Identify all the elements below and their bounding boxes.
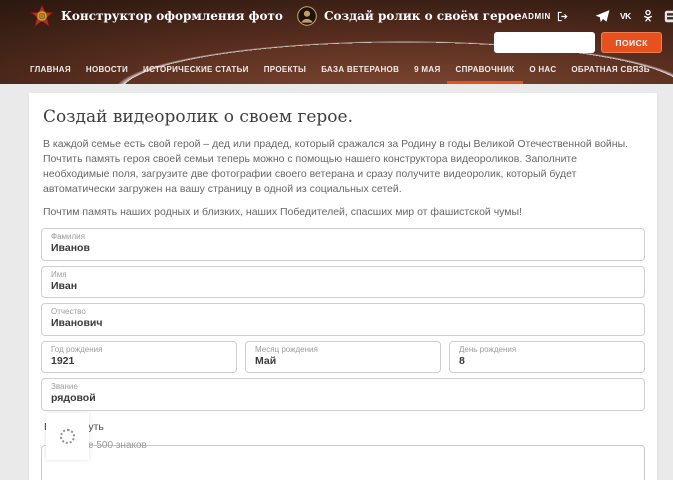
nav-item-novosti[interactable]: НОВОСТИ (86, 55, 128, 84)
logout-icon (556, 10, 569, 23)
birth-month-field-label: Месяц рождения (255, 345, 431, 355)
birth-year-field-label: Год рождения (51, 345, 227, 355)
red-star-medal-icon (30, 4, 54, 28)
brand-constructor[interactable]: Конструктор оформления фото (30, 4, 283, 28)
header-search-row: ПОИСК (0, 30, 673, 55)
site-header: Конструктор оформления фото Создай ролик… (0, 0, 673, 84)
firstname-field[interactable]: Имя Иван (41, 266, 645, 299)
brand-create-video-label: Создай ролик о своём герое (324, 9, 522, 23)
telegram-icon[interactable] (595, 9, 610, 24)
firstname-field-label: Имя (51, 270, 635, 280)
brand-constructor-label: Конструктор оформления фото (61, 9, 283, 23)
battle-path-section: Боевой путь Не более 500 знаков (41, 421, 645, 480)
rank-field[interactable]: Звание рядовой (41, 378, 645, 411)
rank-field-label: Звание (51, 382, 635, 392)
search-input[interactable] (494, 32, 595, 53)
patronymic-field-label: Отчество (51, 307, 635, 317)
odnoklassniki-icon[interactable] (641, 9, 656, 24)
birth-day-field-label: День рождения (459, 345, 635, 355)
page-body: Создай видеоролик о своем герое. В каждо… (0, 84, 673, 480)
loading-overlay (46, 413, 89, 460)
patronymic-field[interactable]: Отчество Иванович (41, 303, 645, 336)
nav-item-o-nas[interactable]: О НАС (529, 55, 556, 84)
birthdate-row: Год рождения 1921 Месяц рождения Май Ден… (41, 341, 645, 374)
battle-path-textarea-wrap: Не более 500 знаков (41, 445, 645, 480)
nav-item-obratnaya-svyaz[interactable]: ОБРАТНАЯ СВЯЗЬ (571, 55, 649, 84)
search-button[interactable]: ПОИСК (601, 32, 662, 53)
content-card: Создай видеоролик о своем герое. В каждо… (29, 93, 657, 480)
battle-path-textarea[interactable] (41, 445, 645, 480)
brand-create-video[interactable]: Создай ролик о своём герое (297, 6, 522, 26)
surname-field-value: Иванов (51, 242, 635, 255)
page-title: Создай видеоролик о своем герое. (43, 107, 645, 127)
loading-spinner-icon (60, 429, 75, 444)
admin-label: ADMIN (522, 12, 551, 21)
nav-item-spravochnik[interactable]: СПРАВОЧНИК (456, 55, 515, 84)
battle-path-label: Боевой путь (44, 421, 645, 433)
birth-month-field-value: Май (255, 355, 431, 368)
nav-item-proekty[interactable]: ПРОЕКТЫ (264, 55, 306, 84)
nav-item-istoricheskie-stati[interactable]: ИСТОРИЧЕСКИЕ СТАТЬИ (143, 55, 249, 84)
rutube-icon[interactable] (664, 9, 673, 24)
main-navigation: ГЛАВНАЯ НОВОСТИ ИСТОРИЧЕСКИЕ СТАТЬИ ПРОЕ… (0, 55, 673, 84)
birth-year-field-value: 1921 (51, 355, 227, 368)
intro-paragraph: В каждой семье есть свой герой – дед или… (43, 137, 645, 197)
social-links: VK Ru ✦ (595, 9, 673, 24)
firstname-field-value: Иван (51, 280, 635, 293)
birth-day-field[interactable]: День рождения 8 (449, 341, 645, 374)
intro-paragraph-2: Почтим память наших родных и близких, на… (43, 205, 645, 220)
surname-field-label: Фамилия (51, 232, 635, 242)
nav-item-baza-veteranov[interactable]: БАЗА ВЕТЕРАНОВ (321, 55, 399, 84)
rank-field-value: рядовой (51, 392, 635, 405)
patronymic-field-value: Иванович (51, 317, 635, 330)
admin-logout[interactable]: ADMIN (522, 10, 569, 23)
vk-icon-label: VK (620, 11, 631, 21)
nav-item-9-maya[interactable]: 9 МАЯ (414, 55, 440, 84)
birth-year-field[interactable]: Год рождения 1921 (41, 341, 237, 374)
header-top-row: Конструктор оформления фото Создай ролик… (0, 0, 673, 30)
hero-portrait-icon (297, 6, 317, 26)
vk-icon[interactable]: VK (618, 9, 633, 24)
surname-field[interactable]: Фамилия Иванов (41, 228, 645, 261)
nav-item-glavnaya[interactable]: ГЛАВНАЯ (30, 55, 71, 84)
birth-day-field-value: 8 (459, 355, 635, 368)
birth-month-field[interactable]: Месяц рождения Май (245, 341, 441, 374)
